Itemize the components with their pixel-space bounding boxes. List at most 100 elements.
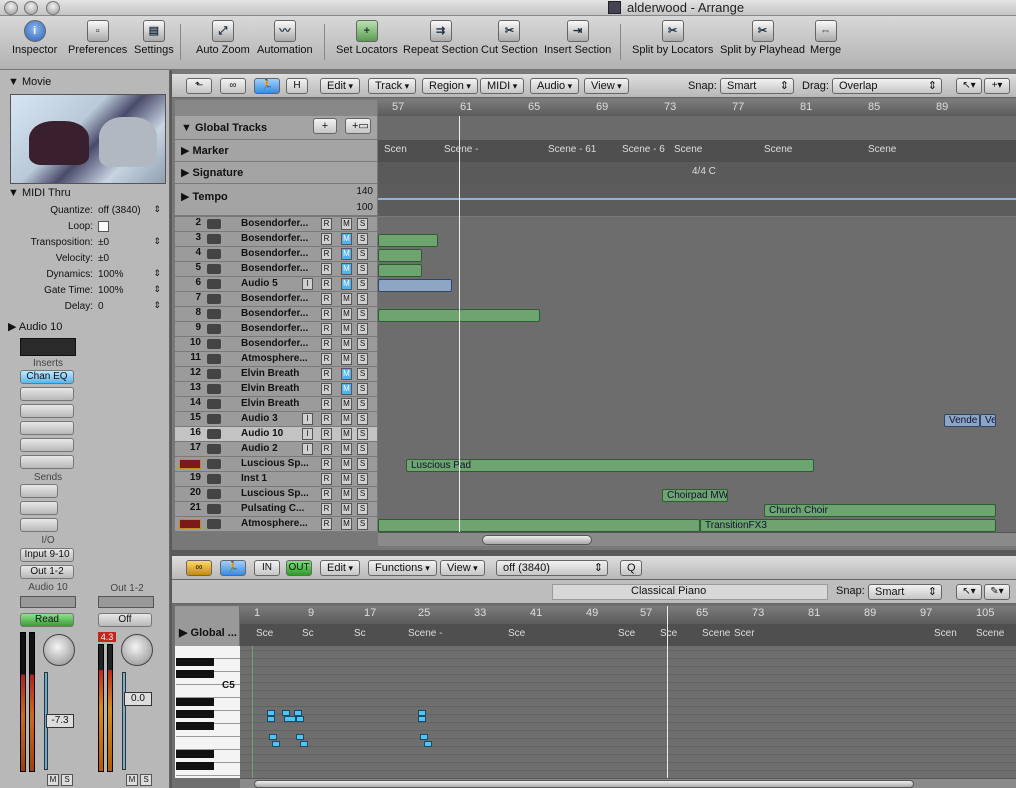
scrollbar-thumb[interactable] (482, 535, 592, 545)
insert-slot[interactable] (20, 387, 74, 401)
choirpad-region[interactable]: Choirpad MW (662, 489, 728, 502)
editor-pointer-tool[interactable]: ↖▾ (956, 584, 982, 600)
solo-button[interactable]: S (357, 218, 368, 230)
mute-button[interactable]: M (341, 323, 352, 335)
automation-button[interactable]: 〰 Automation (257, 20, 313, 56)
mute-button[interactable]: M (341, 293, 352, 305)
repeat-section-button[interactable]: ⇉ Repeat Section (403, 20, 478, 56)
marker[interactable]: Scene (702, 628, 730, 639)
track-row[interactable]: 13 Elvin Breath R M S (175, 382, 377, 397)
mute-button[interactable]: M (341, 398, 352, 410)
volume-fader[interactable] (122, 672, 126, 770)
pan-knob[interactable] (121, 634, 153, 666)
input-monitor-button[interactable]: I (302, 428, 313, 440)
transposition-param[interactable]: Transposition: ±0 ⇕ (10, 236, 165, 252)
midi-menu[interactable]: MIDI (480, 78, 525, 94)
solo-button[interactable]: S (357, 353, 368, 365)
track-row[interactable]: 2 Bosendorfer... R M S (175, 217, 377, 232)
delay-param[interactable]: Delay: 0 ⇕ (10, 300, 165, 316)
marker[interactable]: Scene (764, 144, 792, 155)
region-menu[interactable]: Region (422, 78, 478, 94)
piano-black-key[interactable] (176, 658, 214, 666)
group-slot[interactable] (20, 596, 76, 608)
record-button[interactable]: R (321, 248, 332, 260)
record-button[interactable]: R (321, 488, 332, 500)
editor-scrollbar[interactable] (240, 778, 1016, 788)
merge-button[interactable]: ⇔ Merge (810, 20, 841, 56)
marker[interactable]: Sc (302, 628, 314, 639)
marker[interactable]: Scer (734, 628, 755, 639)
midi-region[interactable] (378, 264, 422, 277)
solo-button[interactable]: S (357, 308, 368, 320)
record-button[interactable]: R (321, 413, 332, 425)
marker[interactable]: Scene - (444, 144, 478, 155)
track-row[interactable]: 12 Elvin Breath R M S (175, 367, 377, 382)
piano-black-key[interactable] (176, 750, 214, 758)
mute-button[interactable]: M (341, 218, 352, 230)
mute-button[interactable]: M (341, 233, 352, 245)
inspector-button[interactable]: i Inspector (12, 20, 57, 56)
editor-snap-select[interactable]: Smart ⇕ (868, 584, 942, 600)
quantize-select[interactable]: off (3840) ⇕ (496, 560, 608, 576)
scrollbar-thumb[interactable] (254, 780, 914, 788)
tempo-lane[interactable] (378, 184, 1016, 216)
send-slot[interactable] (20, 501, 58, 515)
track-row[interactable]: 16 Audio 10 I R M S (175, 427, 377, 442)
track-name[interactable]: Elvin Breath (241, 368, 311, 379)
midi-note[interactable] (296, 716, 304, 722)
set-locators-button[interactable]: + Set Locators (336, 20, 398, 56)
gate-time-param[interactable]: Gate Time: 100% ⇕ (10, 284, 165, 300)
track-name[interactable]: Bosendorfer... (241, 248, 311, 259)
midi-note[interactable] (420, 734, 428, 740)
solo-button[interactable]: S (357, 293, 368, 305)
marker[interactable]: Scene (674, 144, 702, 155)
track-name[interactable]: Audio 2 (241, 443, 311, 454)
mute-button[interactable]: M (341, 278, 352, 290)
tempo-track-header[interactable]: ▶ Tempo 140 100 (175, 184, 377, 216)
marker[interactable]: Sce (618, 628, 635, 639)
track-name[interactable]: Audio 3 (241, 413, 311, 424)
volume-value[interactable]: -7.3 (46, 714, 74, 728)
marker[interactable]: Sce (660, 628, 677, 639)
mute-button[interactable]: M (341, 248, 352, 260)
mute-button[interactable]: M (126, 774, 138, 786)
solo-button[interactable]: S (357, 443, 368, 455)
auto-zoom-button[interactable]: ⤢ Auto Zoom (196, 20, 250, 56)
track-row[interactable]: 4 Bosendorfer... R M S (175, 247, 377, 262)
record-button[interactable]: R (321, 428, 332, 440)
record-button[interactable]: R (321, 443, 332, 455)
piano-black-key[interactable] (176, 710, 214, 718)
input-monitor-button[interactable]: I (302, 278, 313, 290)
marker[interactable]: Sc (354, 628, 366, 639)
quantize-button[interactable]: Q (620, 560, 642, 576)
insert-slot[interactable] (20, 455, 74, 469)
mute-button[interactable]: M (341, 308, 352, 320)
mute-button[interactable]: M (341, 443, 352, 455)
link-button[interactable]: ∞ (220, 78, 246, 94)
solo-button[interactable]: S (357, 473, 368, 485)
functions-menu[interactable]: Functions (368, 560, 437, 576)
midi-note[interactable] (296, 734, 304, 740)
midi-note[interactable] (300, 741, 308, 747)
input-monitor-button[interactable]: I (302, 443, 313, 455)
piano-black-key[interactable] (176, 670, 214, 678)
record-button[interactable]: R (321, 293, 332, 305)
arrange-ruler[interactable]: 57 61 65 69 73 77 81 85 89 (378, 100, 1016, 116)
solo-button[interactable]: S (357, 503, 368, 515)
track-row[interactable]: 3 Bosendorfer... R M S (175, 232, 377, 247)
record-button[interactable]: R (321, 233, 332, 245)
track-name[interactable]: Bosendorfer... (241, 323, 311, 334)
marker-track-header[interactable]: ▶ Marker (175, 140, 377, 162)
solo-button[interactable]: S (357, 323, 368, 335)
split-by-locators-button[interactable]: ✂ Split by Locators (632, 20, 713, 56)
note-grid[interactable] (240, 646, 1016, 778)
playhead[interactable] (459, 116, 460, 532)
audio-region[interactable]: Ve (980, 414, 996, 427)
record-button[interactable]: R (321, 278, 332, 290)
solo-button[interactable]: S (357, 488, 368, 500)
automation-off-button[interactable]: Off (98, 613, 152, 627)
group-slot[interactable] (98, 596, 154, 608)
eq-display[interactable] (20, 338, 76, 356)
marker[interactable]: Scene (976, 628, 1004, 639)
mute-button[interactable]: M (341, 458, 352, 470)
